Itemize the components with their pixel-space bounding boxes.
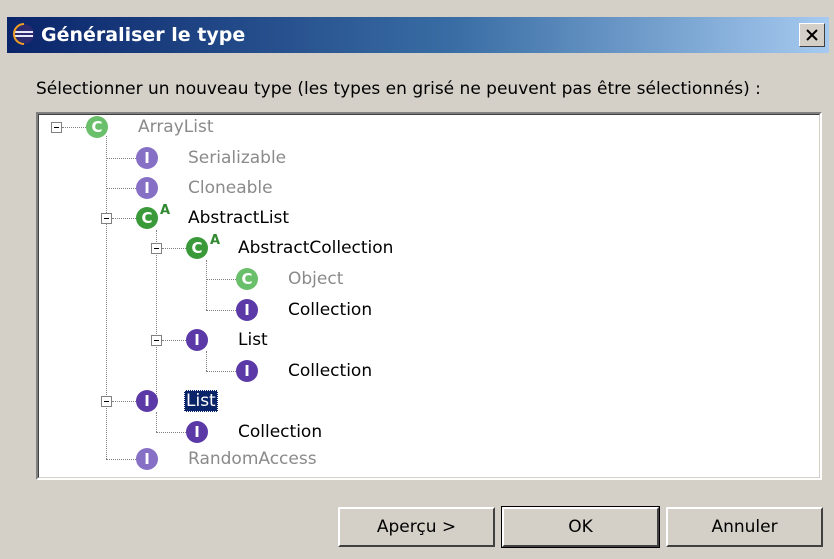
- close-icon: [806, 29, 818, 41]
- instruction-label: Sélectionner un nouveau type (les types …: [36, 79, 761, 99]
- collapse-toggle[interactable]: [151, 335, 162, 346]
- tree-connector: [106, 158, 136, 159]
- tree-connector: [106, 459, 136, 460]
- tree-item-label: ArrayList: [138, 117, 214, 137]
- abstract-marker-icon: A: [210, 233, 221, 248]
- collapse-toggle[interactable]: [151, 243, 162, 254]
- tree-item-label: Collection: [238, 422, 323, 442]
- collapse-toggle[interactable]: [101, 396, 112, 407]
- class-icon: C: [136, 207, 158, 229]
- eclipse-icon: [13, 23, 34, 45]
- tree-connector: [156, 412, 157, 432]
- interface-icon: I: [236, 299, 258, 321]
- tree-connector: [62, 127, 86, 128]
- interface-icon: I: [186, 329, 208, 351]
- type-hierarchy-tree[interactable]: C ArrayList I Serializable I Cloneable C…: [36, 112, 822, 480]
- interface-icon: I: [136, 147, 158, 169]
- interface-icon: I: [236, 360, 258, 382]
- class-icon: C: [86, 116, 108, 138]
- class-icon: C: [236, 268, 258, 290]
- interface-icon: I: [136, 448, 158, 470]
- collapse-toggle[interactable]: [101, 213, 112, 224]
- tree-connector: [206, 279, 236, 280]
- tree-item-label: List: [238, 330, 268, 350]
- tree-item-label: AbstractCollection: [238, 238, 394, 258]
- tree-connector: [112, 401, 136, 402]
- abstract-marker-icon: A: [160, 203, 171, 218]
- tree-connector: [156, 230, 157, 396]
- tree-item-label: Cloneable: [188, 178, 273, 198]
- tree-item-label: Object: [288, 269, 344, 289]
- tree-connector: [106, 188, 136, 189]
- ok-button[interactable]: OK: [501, 506, 660, 548]
- tree-connector: [156, 432, 186, 433]
- tree-connector: [206, 351, 207, 371]
- close-button[interactable]: [799, 23, 825, 47]
- interface-icon: I: [136, 177, 158, 199]
- dialog-window: Généraliser le type Sélectionner un nouv…: [0, 0, 834, 559]
- tree-connector: [162, 340, 186, 341]
- title-bar[interactable]: Généraliser le type: [7, 17, 829, 53]
- dialog-title: Généraliser le type: [41, 24, 246, 46]
- tree-connector: [112, 218, 136, 219]
- tree-connector: [206, 371, 236, 372]
- tree-item-label: Collection: [288, 361, 373, 381]
- cancel-button[interactable]: Annuler: [666, 507, 823, 547]
- tree-item-label: AbstractList: [188, 208, 290, 228]
- tree-connector: [206, 260, 207, 310]
- tree-connector: [106, 136, 107, 459]
- tree-item-label: List: [184, 390, 218, 412]
- interface-icon: I: [136, 390, 158, 412]
- class-icon: C: [186, 237, 208, 259]
- preview-button[interactable]: Aperçu >: [338, 507, 495, 547]
- collapse-toggle[interactable]: [51, 122, 62, 133]
- tree-connector: [206, 310, 236, 311]
- tree-connector: [162, 248, 186, 249]
- interface-icon: I: [186, 421, 208, 443]
- tree-item-label: RandomAccess: [188, 449, 317, 469]
- tree-item-label: Collection: [288, 300, 373, 320]
- tree-item-label: Serializable: [188, 148, 287, 168]
